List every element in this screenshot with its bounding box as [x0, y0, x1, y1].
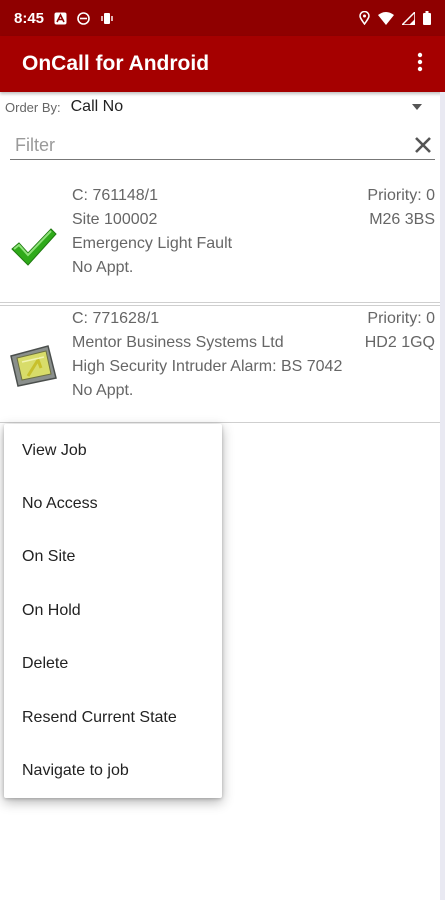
filter-input[interactable]: [10, 135, 390, 156]
order-by-label: Order By:: [5, 99, 61, 115]
close-icon[interactable]: [413, 133, 433, 159]
menu-item-resend-current-state[interactable]: Resend Current State: [4, 691, 222, 744]
vibrate-icon: [101, 12, 113, 24]
job-description: Emergency Light Fault: [72, 235, 233, 252]
job-context-menu: View Job No Access On Site On Hold Delet…: [4, 424, 222, 798]
more-vert-icon[interactable]: [417, 52, 423, 76]
app-title: OnCall for Android: [22, 52, 210, 75]
app-bar: OnCall for Android: [0, 36, 445, 92]
menu-item-on-hold[interactable]: On Hold: [4, 584, 222, 637]
wifi-icon: [378, 11, 394, 25]
menu-item-delete[interactable]: Delete: [4, 638, 222, 691]
signal-icon: [402, 11, 415, 25]
location-icon: [359, 11, 370, 25]
dropdown-arrow-icon[interactable]: [412, 104, 422, 110]
job-priority: Priority: 0: [367, 187, 435, 204]
job-site: Mentor Business Systems Ltd: [72, 334, 284, 351]
job-call-number: C: 761148/1: [72, 187, 158, 204]
menu-item-on-site[interactable]: On Site: [4, 531, 222, 584]
job-appointment: No Appt.: [72, 259, 134, 276]
filter-row: [10, 132, 435, 160]
gps-device-icon: [8, 338, 60, 390]
battery-icon: [423, 11, 431, 25]
job-list-item[interactable]: C: 771628/1 Mentor Business Systems Ltd …: [0, 305, 445, 423]
job-description: High Security Intruder Alarm: BS 7042: [72, 358, 343, 375]
menu-item-view-job[interactable]: View Job: [4, 424, 222, 477]
a-icon: [54, 12, 67, 24]
order-by-row: Order By: Call No: [0, 92, 445, 122]
job-site: Site 100002: [72, 211, 158, 228]
window-edge: [440, 92, 445, 900]
job-postcode: HD2 1GQ: [364, 334, 435, 351]
job-appointment: No Appt.: [72, 382, 134, 399]
checkmark-icon: [8, 221, 60, 273]
job-priority: Priority: 0: [367, 310, 435, 327]
order-by-select[interactable]: Call No: [71, 98, 123, 116]
s-icon: [77, 11, 90, 25]
job-postcode: M26 3BS: [369, 211, 435, 228]
menu-item-no-access[interactable]: No Access: [4, 477, 222, 530]
menu-item-navigate-to-job[interactable]: Navigate to job: [4, 744, 222, 797]
status-bar: 8:45: [0, 0, 445, 36]
job-list-item[interactable]: C: 761148/1 Site 100002 Emergency Light …: [0, 183, 445, 303]
status-left-icons: [54, 11, 114, 25]
job-call-number: C: 771628/1: [72, 310, 160, 327]
status-time: 8:45: [14, 9, 45, 27]
status-right-icons: [359, 11, 431, 25]
